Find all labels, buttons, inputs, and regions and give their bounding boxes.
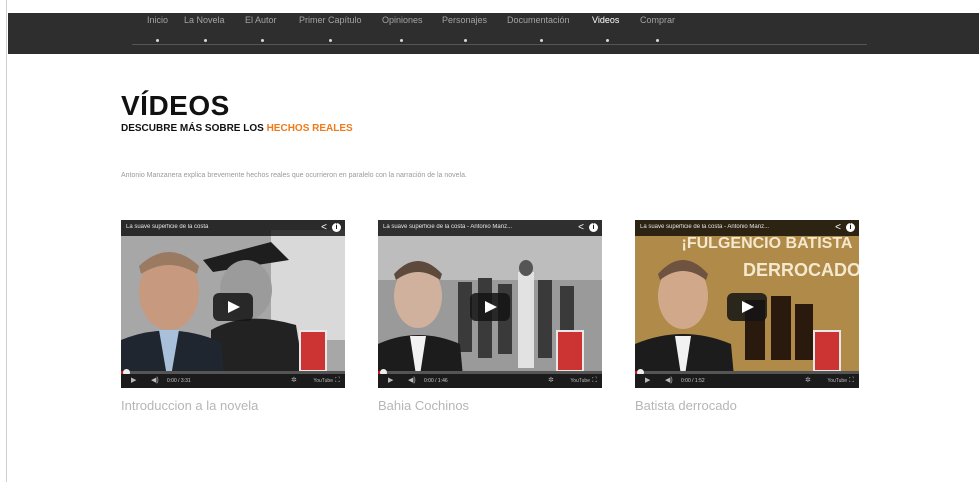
nav-item-comprar[interactable]: Comprar	[640, 15, 675, 25]
share-icon[interactable]: <	[578, 221, 584, 235]
nav-item-inicio[interactable]: Inicio	[147, 15, 168, 25]
video-player-3[interactable]: ¡FULGENCIO BATISTA DERROCADO! La suave s…	[635, 220, 859, 388]
video-title[interactable]: La suave superficie de la costa - Antoni…	[640, 224, 810, 230]
time-display: 0:00 / 3:31	[167, 378, 191, 384]
time-display: 0:00 / 1:52	[681, 378, 705, 384]
page-left-border	[6, 0, 7, 482]
nav-item-la-novela[interactable]: La Novela	[184, 15, 225, 25]
video-player-2[interactable]: La suave superficie de la costa - Antoni…	[378, 220, 602, 388]
youtube-logo[interactable]: YouTube	[827, 377, 847, 385]
fullscreen-icon[interactable]: ⛶	[849, 377, 854, 385]
nav-underline	[132, 44, 867, 45]
volume-icon[interactable]: ◀)	[665, 377, 673, 385]
nav-marker	[656, 39, 659, 42]
settings-icon[interactable]: ✲	[548, 377, 554, 385]
video-title[interactable]: La suave superficie de la costa	[126, 224, 296, 230]
play-icon[interactable]	[727, 293, 767, 321]
nav-marker	[204, 39, 207, 42]
subtitle-text: DESCUBRE MÁS SOBRE LOS	[121, 123, 267, 134]
info-icon[interactable]: i	[332, 223, 341, 232]
video-title[interactable]: La suave superficie de la costa - Antoni…	[383, 224, 553, 230]
nav-item-primer-capitulo[interactable]: Primer Capítulo	[299, 15, 362, 25]
youtube-logo[interactable]: YouTube	[570, 377, 590, 385]
youtube-logo[interactable]: YouTube	[313, 377, 333, 385]
play-control-icon[interactable]: ▶	[131, 377, 136, 385]
video-caption-3[interactable]: Batista derrocado	[635, 398, 737, 413]
nav-marker	[329, 39, 332, 42]
play-icon[interactable]	[213, 293, 253, 321]
settings-icon[interactable]: ✲	[805, 377, 811, 385]
nav-marker-active	[606, 39, 609, 42]
nav-marker	[400, 39, 403, 42]
nav-marker	[261, 39, 264, 42]
poster-text: DERROCADO!	[743, 260, 859, 280]
volume-icon[interactable]: ◀)	[408, 377, 416, 385]
nav-marker	[540, 39, 543, 42]
play-icon[interactable]	[470, 293, 510, 321]
fullscreen-icon[interactable]: ⛶	[592, 377, 597, 385]
nav-item-el-autor[interactable]: El Autor	[245, 15, 277, 25]
poster-text: ¡FULGENCIO BATISTA	[682, 235, 853, 252]
share-icon[interactable]: <	[835, 221, 841, 235]
page-title: VÍDEOS	[121, 90, 230, 121]
nav-item-opiniones[interactable]: Opiniones	[382, 15, 423, 25]
time-display: 0:00 / 1:46	[424, 378, 448, 384]
play-control-icon[interactable]: ▶	[388, 377, 393, 385]
fullscreen-icon[interactable]: ⛶	[335, 377, 340, 385]
info-icon[interactable]: i	[846, 223, 855, 232]
volume-icon[interactable]: ◀)	[151, 377, 159, 385]
info-icon[interactable]: i	[589, 223, 598, 232]
play-control-icon[interactable]: ▶	[645, 377, 650, 385]
video-player-1[interactable]: La suave superficie de la costa < i ▶ ◀)…	[121, 220, 345, 388]
nav-item-personajes[interactable]: Personajes	[442, 15, 487, 25]
nav-marker	[156, 39, 159, 42]
video-caption-1[interactable]: Introduccion a la novela	[121, 398, 258, 413]
nav-marker	[464, 39, 467, 42]
settings-icon[interactable]: ✲	[291, 377, 297, 385]
share-icon[interactable]: <	[321, 221, 327, 235]
nav-item-documentacion[interactable]: Documentación	[507, 15, 570, 25]
nav-item-videos[interactable]: Videos	[592, 15, 619, 25]
video-caption-2[interactable]: Bahia Cochinos	[378, 398, 469, 413]
intro-text: Antonio Manzanera explica brevemente hec…	[121, 172, 467, 179]
subtitle-highlight: HECHOS REALES	[266, 123, 353, 134]
page-subtitle: DESCUBRE MÁS SOBRE LOS HECHOS REALES	[121, 123, 353, 134]
